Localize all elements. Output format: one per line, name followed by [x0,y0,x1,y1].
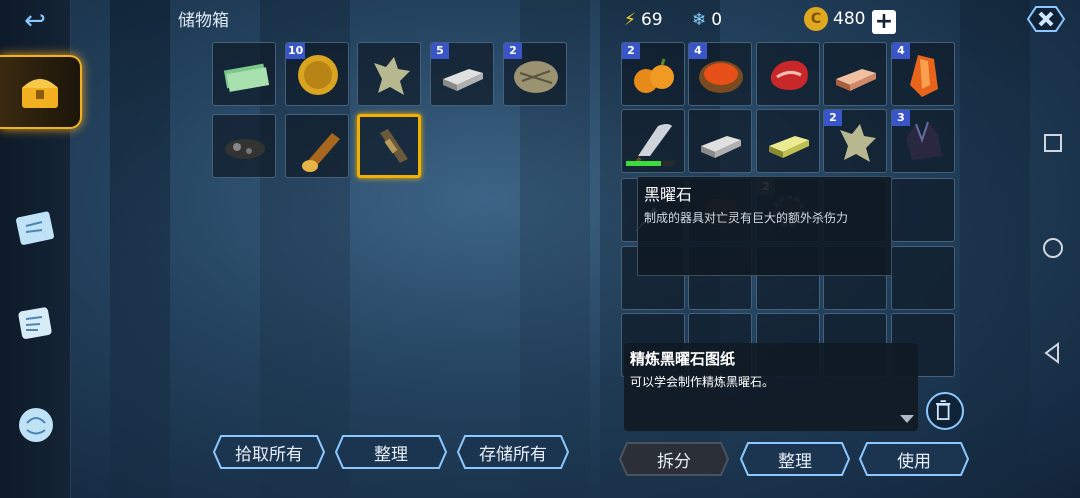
coin-counter: C 480 [804,7,865,31]
storage-slot[interactable] [212,114,276,178]
inventory-slot[interactable]: 3 [891,109,955,173]
durability-bar [626,161,674,166]
item-count-badge: 2 [622,43,640,59]
storage-slot[interactable]: 2 [503,42,567,106]
item-count-badge: 4 [892,43,910,59]
inventory-slot[interactable] [823,42,887,106]
tooltip-title: 黑曜石 [644,185,693,204]
inventory-sort-button[interactable]: 整理 [740,442,850,476]
tab-map[interactable] [8,200,64,256]
selected-item-name: 精炼黑曜石图纸 [630,350,736,368]
snowflake-counter: ❄ 0 [692,10,723,30]
add-coins-button[interactable]: + [872,10,896,34]
energy-counter: ⚡ 69 [624,10,663,30]
iron-ingot-icon [701,136,741,158]
inventory-slot[interactable]: 2 [621,42,685,106]
tab-skills[interactable] [8,397,64,453]
store-all-button[interactable]: 存储所有 [457,435,569,469]
split-button[interactable]: 拆分 [619,442,729,476]
storage-slot[interactable] [212,42,276,106]
storage-slot-selected[interactable] [357,114,421,178]
scroll-bundle-icon [380,129,408,163]
durability-fill [626,161,661,166]
trash-icon [936,400,951,420]
selected-item-info: 精炼黑曜石图纸 可以学会制作精炼黑曜石。 [624,343,918,431]
inventory-slot[interactable] [621,109,685,173]
side-menu: ↩ [0,0,82,498]
lightning-icon: ⚡ [624,10,636,30]
gold-ingot-icon [769,136,809,158]
pickup-all-button[interactable]: 拾取所有 [213,435,325,469]
inventory-slot[interactable] [688,109,752,173]
coin-icon: C [804,7,828,31]
use-button[interactable]: 使用 [859,442,969,476]
inventory-slot[interactable] [756,109,820,173]
copper-ingot-icon [836,69,876,91]
map-icon [16,211,55,245]
back-arrow-icon: ↩ [24,6,46,36]
storage-slot[interactable] [285,114,349,178]
recents-icon[interactable] [1040,130,1066,156]
storage-title: 储物箱 [178,11,229,31]
snowflake-icon: ❄ [692,10,707,30]
coal-icon [225,139,265,159]
tab-blueprints[interactable] [8,295,64,351]
hide-icon [374,57,410,95]
back-button[interactable]: ↩ [14,6,56,36]
scroll-icon [18,307,52,339]
item-count-badge: 5 [431,43,449,59]
tab-storage[interactable] [0,55,82,129]
background-tree [960,0,1030,498]
close-icon[interactable] [1024,3,1068,35]
log-icon [302,133,340,172]
inventory-slot[interactable]: 2 [823,109,887,173]
storage-sort-button[interactable]: 整理 [335,435,447,469]
inventory-slot-empty[interactable] [891,246,955,310]
storage-slot[interactable]: 10 [285,42,349,106]
treasure-chest-icon [22,79,58,108]
cash-stack-icon [223,63,270,92]
tooltip-description: 制成的器具对亡灵有巨大的额外杀伤力 [644,211,849,225]
background-tree [110,0,170,498]
storage-slot[interactable]: 5 [430,42,494,106]
item-tooltip: 黑曜石 制成的器具对亡灵有巨大的额外杀伤力 [637,176,892,276]
inventory-slot-empty[interactable] [891,178,955,242]
home-icon[interactable] [1040,235,1066,261]
item-count-badge: 10 [286,43,306,59]
inventory-slot[interactable] [756,42,820,106]
item-count-badge: 2 [824,110,842,126]
item-count-badge: 4 [689,43,707,59]
storage-slot[interactable] [357,42,421,106]
back-icon[interactable] [1040,340,1066,366]
inventory-slot[interactable]: 4 [891,42,955,106]
meat-icon [770,60,808,90]
discard-button[interactable] [926,392,964,430]
item-count-badge: 2 [504,43,522,59]
brain-icon [19,408,53,442]
selected-item-description: 可以学会制作精炼黑曜石。 [630,375,775,389]
item-count-badge: 3 [892,110,910,126]
inventory-slot[interactable]: 4 [688,42,752,106]
expand-arrow-icon[interactable] [900,415,914,423]
